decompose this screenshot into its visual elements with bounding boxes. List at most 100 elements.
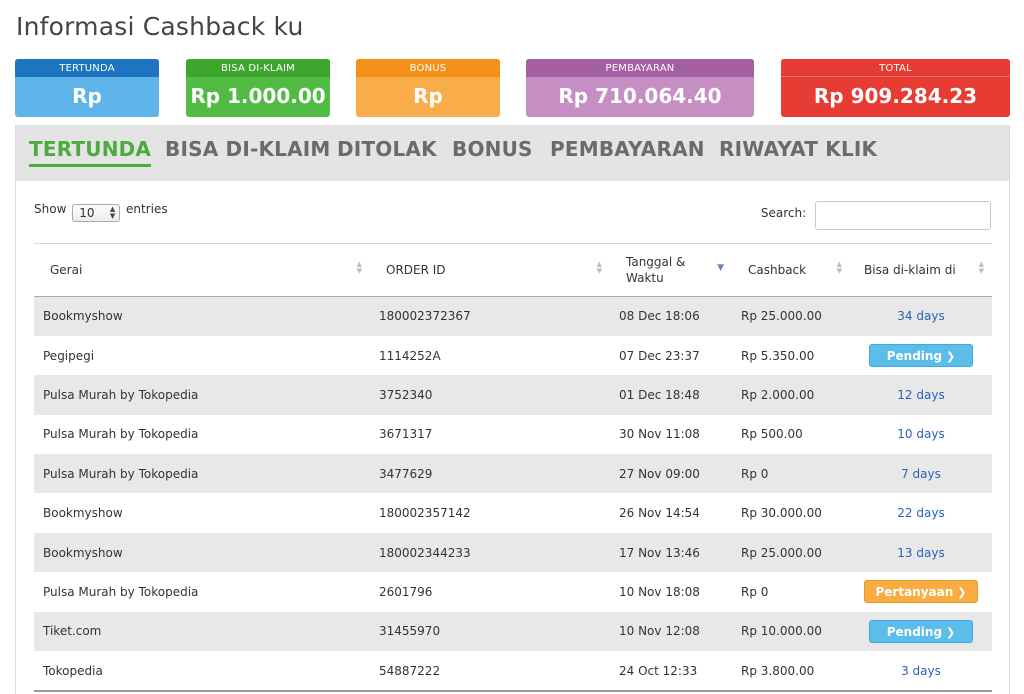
cell-order-id: 31455970 <box>379 624 441 639</box>
chevron-right-icon: ❯ <box>957 586 967 600</box>
table-row: Tokopedia 54887222 24 Oct 12:33 Rp 3.800.00… <box>34 651 992 691</box>
tab-bisa-di-klaim[interactable]: BISA DI-KLAIM <box>165 137 331 164</box>
summary-value: Rp 148.219.83 <box>72 84 102 108</box>
table-row: Bookmyshow 180002357142 26 Nov 14:54 Rp 30.… <box>34 493 992 533</box>
cell-order-id: 2601796 <box>379 584 433 599</box>
summary-label: BONUS <box>356 59 500 77</box>
cell-gerai: Pulsa Murah by Tokopedia <box>43 387 199 402</box>
button-label: Pending <box>886 349 943 364</box>
cell-gerai: Bookmyshow <box>43 309 123 324</box>
cell-bisa-di-klaim-di: Pending ❯ <box>850 612 992 651</box>
days-link[interactable]: 22 days <box>897 506 944 520</box>
summary-card-tertunda: TERTUNDA Rp 148.219.83 <box>15 59 159 117</box>
search-input[interactable] <box>815 201 991 230</box>
cell-bisa-di-klaim-di: 12 days <box>850 375 992 414</box>
table-row: Bookmyshow 180002344233 17 Nov 13:46 Rp 25.… <box>34 532 992 573</box>
cell-tanggal-waktu: 10 Nov 12:08 <box>619 624 700 639</box>
cell-cashback: Rp 3.800.00 <box>741 663 815 678</box>
days-link[interactable]: 13 days <box>897 546 944 560</box>
column-header-gerai[interactable]: Gerai ▲ ▼ <box>34 243 370 297</box>
table-header-row: Gerai ▲ ▼ ORDER ID ▲ ▼ Tanggal & Waktu ▼ C… <box>34 243 992 297</box>
column-header-cashback[interactable]: Cashback ▲ ▼ <box>732 243 850 297</box>
cell-cashback: Rp 25.000.00 <box>741 309 822 324</box>
summary-value: Rp 50.000.00 <box>413 84 443 108</box>
pending-button[interactable]: Pending ❯ <box>869 344 973 368</box>
sort-icon: ▲ ▼ <box>978 260 984 275</box>
column-header-label: Bisa di-klaim di <box>864 263 956 277</box>
days-link[interactable]: 10 days <box>897 427 944 441</box>
table-row: Pulsa Murah by Tokopedia 3671317 30 Nov 11… <box>34 414 992 455</box>
tab-pembayaran[interactable]: PEMBAYARAN <box>550 137 705 164</box>
cell-bisa-di-klaim-di: 22 days <box>850 493 992 532</box>
cell-order-id: 3477629 <box>379 466 433 481</box>
days-link[interactable]: 34 days <box>897 309 944 323</box>
cashback-panel: TERTUNDA BISA DI-KLAIM DITOLAK BONUS PEM… <box>15 125 1010 694</box>
entries-label: entries <box>126 202 168 216</box>
table-row: Tiket.com 31455970 10 Nov 12:08 Rp 10.000.0… <box>34 611 992 652</box>
summary-label: PEMBAYARAN <box>526 59 754 77</box>
tab-riwayat-klik[interactable]: RIWAYAT KLIK <box>719 137 877 164</box>
chevron-right-icon: ❯ <box>946 625 956 639</box>
page-title: Informasi Cashback ku <box>16 12 304 41</box>
summary-value: Rp 710.064.40 <box>558 84 722 108</box>
cell-cashback: Rp 10.000.00 <box>741 624 822 639</box>
cell-cashback: Rp 2.000.00 <box>741 387 815 402</box>
pending-button[interactable]: Pending ❯ <box>869 619 973 643</box>
tab-ditolak[interactable]: DITOLAK <box>337 137 437 164</box>
cell-order-id: 3752340 <box>379 387 433 402</box>
days-link[interactable]: 12 days <box>897 388 944 402</box>
cell-gerai: Pulsa Murah by Tokopedia <box>43 466 199 481</box>
table-row: Pulsa Murah by Tokopedia 2601796 10 Nov 18… <box>34 572 992 612</box>
cell-bisa-di-klaim-di: 3 days <box>850 651 992 690</box>
table-row: Bookmyshow 180002372367 08 Dec 18:06 Rp 25.… <box>34 296 992 336</box>
tab-tertunda[interactable]: TERTUNDA <box>29 137 152 167</box>
entries-select[interactable]: 10 ▲ ▼ <box>72 204 121 222</box>
entries-select-value: 10 <box>79 206 95 220</box>
cell-bisa-di-klaim-di: 7 days <box>850 454 992 493</box>
cell-order-id: 3671317 <box>379 427 433 442</box>
cell-bisa-di-klaim-di: 34 days <box>850 297 992 336</box>
cell-cashback: Rp 0 <box>741 584 769 599</box>
days-link[interactable]: 7 days <box>901 467 941 481</box>
summary-value: Rp 1.000.00 <box>190 84 326 108</box>
button-label: Pending <box>886 624 943 639</box>
cell-tanggal-waktu: 24 Oct 12:33 <box>619 663 698 678</box>
cashback-table: Gerai ▲ ▼ ORDER ID ▲ ▼ Tanggal & Waktu ▼ C… <box>34 243 992 691</box>
select-arrows-icon: ▲ ▼ <box>109 205 116 220</box>
summary-label: TERTUNDA <box>15 59 159 77</box>
cell-cashback: Rp 0 <box>741 466 769 481</box>
column-header-label: Cashback <box>748 263 807 277</box>
column-header-tanggal-waktu[interactable]: Tanggal & Waktu ▼ <box>610 243 732 297</box>
cell-cashback: Rp 25.000.00 <box>741 545 822 560</box>
tab-bonus[interactable]: BONUS <box>452 137 533 164</box>
column-header-label: ORDER ID <box>386 263 446 277</box>
sort-desc-icon: ▼ <box>717 263 724 273</box>
cell-gerai: Tiket.com <box>43 624 102 639</box>
summary-label: TOTAL <box>781 59 1010 77</box>
cell-order-id: 1114252A <box>379 348 441 363</box>
sort-icon: ▲ ▼ <box>596 260 602 275</box>
cell-order-id: 54887222 <box>379 663 441 678</box>
cell-cashback: Rp 5.350.00 <box>741 348 815 363</box>
column-header-bisa-di-klaim-di[interactable]: Bisa di-klaim di ▲ ▼ <box>850 243 992 297</box>
cell-bisa-di-klaim-di: 13 days <box>850 533 992 572</box>
cell-gerai: Pulsa Murah by Tokopedia <box>43 584 199 599</box>
cell-gerai: Bookmyshow <box>43 506 123 521</box>
sort-icon: ▲ ▼ <box>836 260 842 275</box>
cell-gerai: Tokopedia <box>43 663 103 678</box>
cell-bisa-di-klaim-di: Pertanyaan ❯ <box>850 572 992 611</box>
table-row: Pulsa Murah by Tokopedia 3477629 27 Nov 09… <box>34 454 992 494</box>
days-link[interactable]: 3 days <box>901 664 941 678</box>
column-header-label: Gerai <box>50 263 83 277</box>
cell-cashback: Rp 500.00 <box>741 427 803 442</box>
cell-gerai: Pulsa Murah by Tokopedia <box>43 427 199 442</box>
pertanyaan-button[interactable]: Pertanyaan ❯ <box>864 580 978 604</box>
summary-value: Rp 909.284.23 <box>813 84 978 108</box>
cell-gerai: Pegipegi <box>43 348 95 363</box>
column-header-order-id[interactable]: ORDER ID ▲ ▼ <box>370 243 610 297</box>
summary-card-total: TOTAL Rp 909.284.23 <box>781 59 1010 117</box>
chevron-right-icon: ❯ <box>946 350 956 364</box>
cell-tanggal-waktu: 07 Dec 23:37 <box>619 348 700 363</box>
table-row: Pulsa Murah by Tokopedia 3752340 01 Dec 18… <box>34 375 992 415</box>
table-search-control: Search: <box>761 201 991 230</box>
